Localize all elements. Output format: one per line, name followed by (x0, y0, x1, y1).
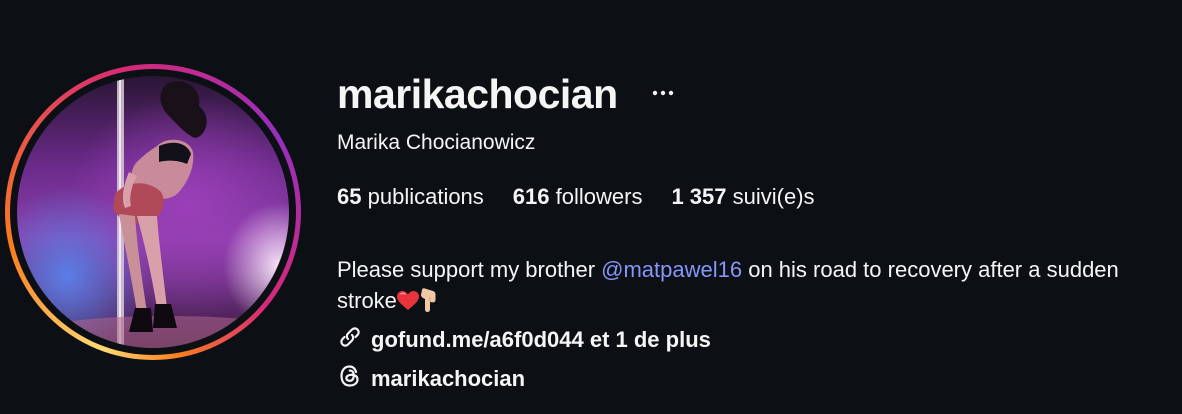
bio-mention-link[interactable]: @matpawel16 (601, 257, 742, 282)
username: marikachocian (337, 71, 618, 117)
threads-icon (337, 363, 363, 395)
avatar-photo-illustration (17, 76, 289, 348)
threads-handle: marikachocian (371, 366, 526, 391)
bio: Please support my brother @matpawel16 on… (337, 254, 1177, 320)
posts-count-value: 65 (337, 184, 362, 209)
profile-stats: 65 publications 616 followers 1 357 suiv… (337, 184, 815, 210)
pointing-down-emoji-icon (419, 288, 439, 320)
link-icon (337, 324, 363, 356)
followers-link[interactable]: 616 followers (513, 184, 643, 210)
following-link[interactable]: 1 357 suivi(e)s (671, 184, 814, 210)
following-label: suivi(e)s (732, 184, 815, 209)
posts-count[interactable]: 65 publications (337, 184, 484, 210)
red-heart-emoji-icon (396, 288, 419, 319)
external-link[interactable]: gofund.me/a6f0d044 et 1 de plus (337, 324, 711, 356)
profile-header: marikachocian Marika Chocianowicz 65 pub… (0, 0, 1182, 414)
external-link-text: gofund.me/a6f0d044 et 1 de plus (371, 327, 711, 352)
avatar-frame (10, 69, 296, 355)
avatar[interactable] (17, 76, 289, 348)
bio-text-start: Please support my brother (337, 257, 602, 282)
full-name: Marika Chocianowicz (337, 131, 536, 154)
threads-link[interactable]: marikachocian (337, 363, 525, 395)
posts-count-label: publications (367, 184, 484, 209)
more-options-icon[interactable] (650, 80, 676, 106)
profile-avatar-story-ring[interactable] (5, 64, 301, 360)
followers-count-value: 616 (512, 184, 550, 209)
followers-label: followers (555, 184, 643, 209)
following-count-value: 1 357 (671, 184, 727, 209)
